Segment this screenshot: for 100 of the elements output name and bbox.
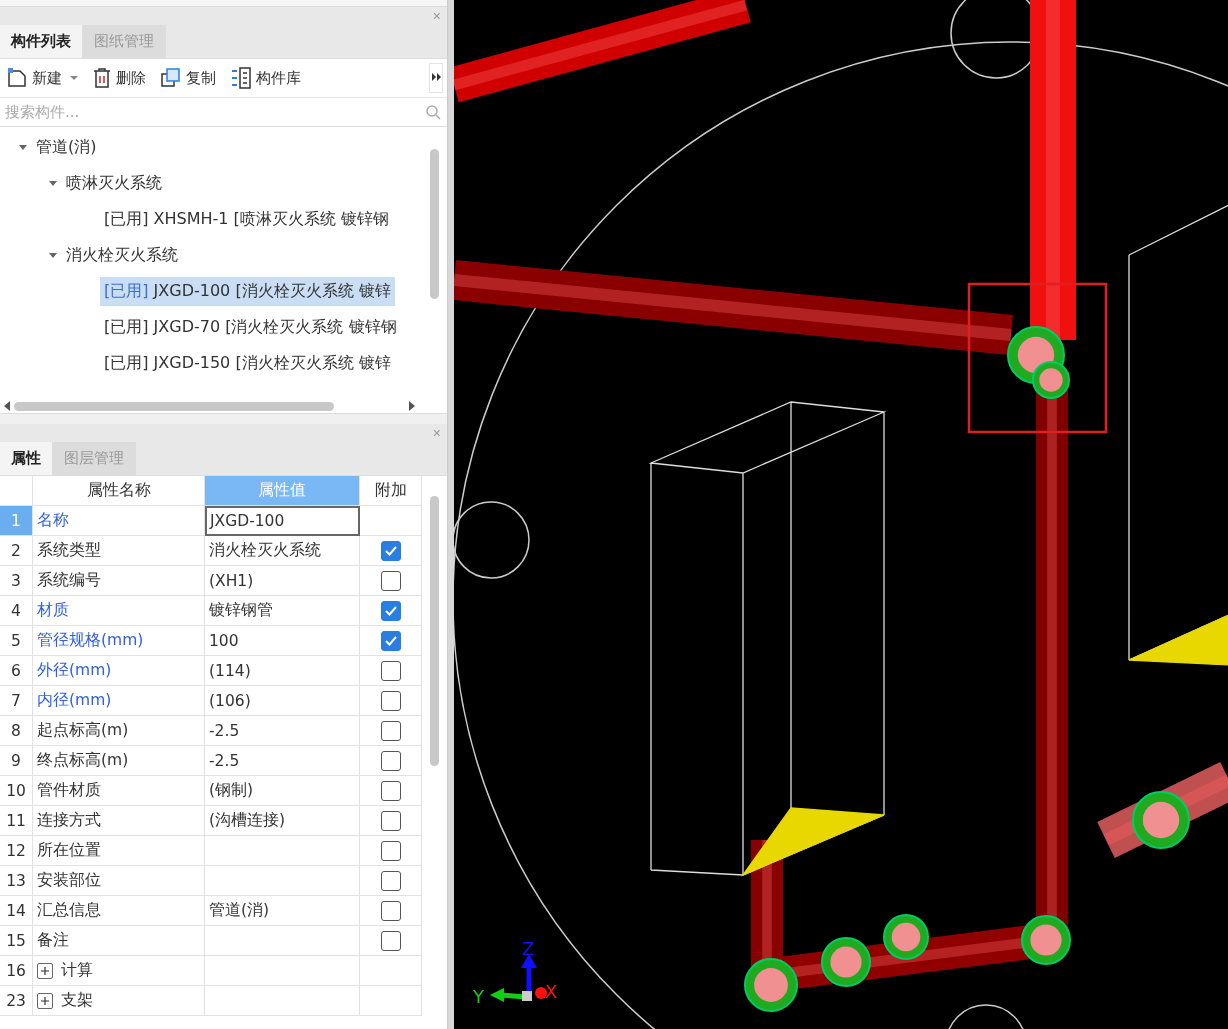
property-name: 安装部位 — [33, 866, 205, 896]
checkbox[interactable] — [380, 660, 401, 681]
row-number: 3 — [0, 566, 33, 596]
property-value: 消火栓灭火系统 — [205, 536, 360, 566]
table-cell — [360, 986, 422, 1016]
row-number: 13 — [0, 866, 33, 896]
checkbox[interactable] — [380, 840, 401, 861]
row-number: 12 — [0, 836, 33, 866]
3d-model-view[interactable]: Z Y X — [454, 0, 1228, 1029]
checkbox[interactable] — [380, 780, 401, 801]
value-field[interactable]: JXGD-100 — [205, 506, 360, 536]
new-icon — [6, 67, 28, 89]
property-name: 支架 — [61, 990, 93, 1011]
property-value: -2.5 — [205, 716, 360, 746]
row-number: 2 — [0, 536, 33, 566]
property-value: (沟槽连接) — [205, 806, 360, 836]
checkbox[interactable] — [380, 540, 401, 561]
dropdown-caret-icon — [70, 75, 78, 81]
toolbar-button[interactable]: 构件库 — [228, 65, 303, 91]
property-name: 管件材质 — [33, 776, 205, 806]
toolbar-button[interactable]: 复制 — [158, 65, 218, 91]
row-number: 5 — [0, 626, 33, 656]
property-value: (106) — [205, 686, 360, 716]
scrollbar-thumb[interactable] — [14, 401, 334, 411]
pipe-fitting — [1132, 791, 1190, 849]
more-button[interactable] — [429, 63, 443, 93]
pipe-fitting — [821, 937, 871, 987]
row-number: 9 — [0, 746, 33, 776]
property-name: 名称 — [33, 506, 205, 536]
toolbar-button[interactable]: 新建 — [4, 65, 80, 91]
pipe-fitting — [1021, 915, 1071, 965]
scroll-right-icon[interactable] — [409, 401, 415, 411]
checkbox[interactable] — [380, 570, 401, 591]
tree-item[interactable]: [已用] JXGD-150 [消火栓灭火系统 镀锌 — [100, 348, 395, 378]
property-value: (钢制) — [205, 776, 360, 806]
property-name: 材质 — [33, 596, 205, 626]
search-icon — [425, 104, 441, 120]
expand-icon[interactable] — [37, 962, 53, 979]
axis-gizmo-drawing — [490, 954, 547, 1002]
property-name: 起点标高(m) — [33, 716, 205, 746]
checkbox[interactable] — [380, 870, 401, 891]
tree-item[interactable]: [已用] JXGD-70 [消火栓灭火系统 镀锌钢 — [100, 312, 401, 342]
property-name: 备注 — [33, 926, 205, 956]
property-name: 系统类型 — [33, 536, 205, 566]
axis-label: Z — [522, 938, 535, 959]
row-number: 16 — [0, 956, 33, 986]
column-header[interactable]: 属性名称 — [33, 476, 205, 506]
toolbar-button[interactable]: 删除 — [90, 65, 148, 91]
tree-item[interactable]: [已用] JXGD-100 [消火栓灭火系统 镀锌 — [100, 276, 395, 306]
checkbox[interactable] — [380, 720, 401, 741]
axis-label: X — [545, 981, 558, 1002]
property-name: 终点标高(m) — [33, 746, 205, 776]
checkbox[interactable] — [380, 810, 401, 831]
checkbox[interactable] — [380, 900, 401, 921]
property-name: 内径(mm) — [33, 686, 205, 716]
property-name: 连接方式 — [33, 806, 205, 836]
row-number: 7 — [0, 686, 33, 716]
tab[interactable]: 属性 — [0, 442, 53, 475]
scrollbar-thumb[interactable] — [430, 496, 439, 766]
column-header[interactable]: 附加 — [360, 476, 422, 506]
property-value: 100 — [205, 626, 360, 656]
tab[interactable]: 构件列表 — [0, 25, 83, 58]
property-value: (114) — [205, 656, 360, 686]
row-number: 14 — [0, 896, 33, 926]
property-name: 外径(mm) — [33, 656, 205, 686]
expand-icon[interactable] — [37, 992, 53, 1009]
tree-item[interactable]: 喷淋灭火系统 — [62, 168, 166, 198]
property-name: 所在位置 — [33, 836, 205, 866]
property-name: 汇总信息 — [33, 896, 205, 926]
checkbox[interactable] — [380, 750, 401, 771]
tree-item[interactable]: 消火栓灭火系统 — [62, 240, 182, 270]
checkbox[interactable] — [380, 630, 401, 651]
row-number: 15 — [0, 926, 33, 956]
pipe-fitting — [883, 914, 929, 960]
property-name: 系统编号 — [33, 566, 205, 596]
collapse-caret-icon[interactable] — [48, 179, 58, 187]
scroll-left-icon[interactable] — [4, 401, 10, 411]
row-number: 6 — [0, 656, 33, 686]
checkbox[interactable] — [380, 600, 401, 621]
property-name: 计算 — [61, 960, 93, 981]
property-value: 镀锌钢管 — [205, 596, 360, 626]
checkbox[interactable] — [380, 690, 401, 711]
tree-item[interactable]: 管道(消) — [32, 132, 101, 162]
property-value: (XH1) — [205, 566, 360, 596]
property-value: 管道(消) — [205, 896, 360, 926]
row-number: 23 — [0, 986, 33, 1016]
double-arrow-icon — [431, 73, 441, 81]
tree-item[interactable]: [已用] XHSMH-1 [喷淋灭火系统 镀锌钢 — [100, 204, 393, 234]
search-field[interactable]: 搜索构件... — [3, 102, 425, 122]
collapse-caret-icon[interactable] — [48, 251, 58, 259]
axis-label: Y — [473, 986, 484, 1007]
row-number: 11 — [0, 806, 33, 836]
collapse-caret-icon[interactable] — [18, 143, 28, 151]
scrollbar-thumb[interactable] — [430, 149, 439, 299]
checkbox[interactable] — [380, 930, 401, 951]
copy-icon — [160, 67, 182, 89]
row-number: 4 — [0, 596, 33, 626]
property-name: 管径规格(mm) — [33, 626, 205, 656]
property-value: -2.5 — [205, 746, 360, 776]
pipe-fitting — [744, 958, 798, 1012]
